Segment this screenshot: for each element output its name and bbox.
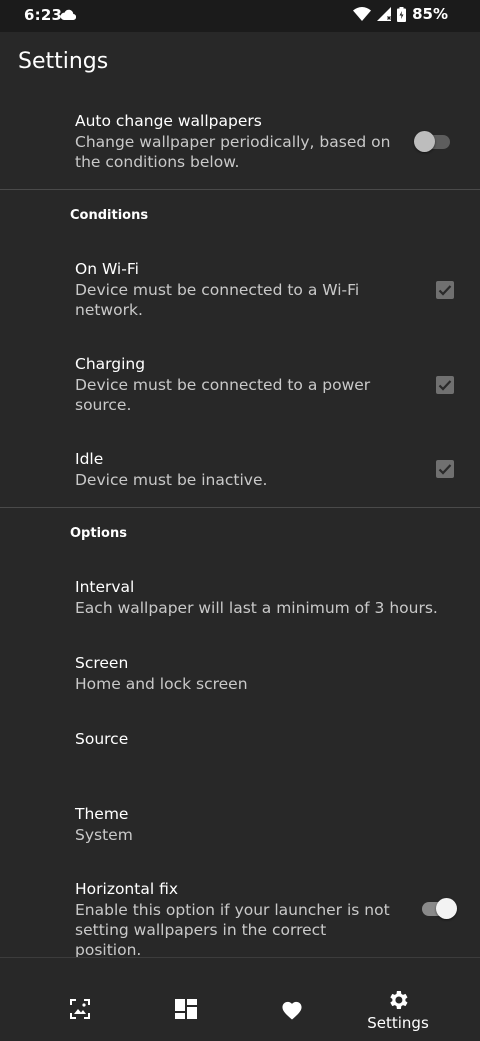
screen-pref[interactable]: Screen Home and lock screen <box>0 640 480 716</box>
screen-summary: Home and lock screen <box>75 675 248 693</box>
gear-icon <box>390 991 408 1009</box>
theme-summary: System <box>75 826 133 844</box>
charging-summary: Device must be connected to a power sour… <box>75 376 371 414</box>
idle-pref[interactable]: Idle Device must be inactive. <box>0 436 480 506</box>
dashboard-icon <box>175 999 197 1019</box>
section-header-options: Options <box>70 526 127 541</box>
horizontal-fix-pref[interactable]: Horizontal fix Enable this option if you… <box>0 866 480 959</box>
auto-change-toggle[interactable] <box>414 131 450 152</box>
on-wifi-summary: Device must be connected to a Wi-Fi netw… <box>75 281 360 319</box>
toggle-thumb <box>414 131 435 152</box>
heart-icon <box>282 1001 302 1020</box>
divider <box>0 189 480 190</box>
interval-pref[interactable]: Interval Each wallpaper will last a mini… <box>0 565 480 640</box>
status-bar: 6:23 85% <box>0 0 480 32</box>
idle-checkbox[interactable] <box>436 460 454 478</box>
theme-pref[interactable]: Theme System <box>0 791 480 866</box>
toggle-thumb <box>436 898 457 919</box>
divider <box>0 507 480 508</box>
checkmark-icon <box>438 464 452 475</box>
charging-title: Charging <box>75 355 146 373</box>
auto-change-summary: Change wallpaper periodically, based on … <box>75 133 391 171</box>
source-title: Source <box>75 730 129 748</box>
screen-title: Screen <box>75 654 129 672</box>
interval-summary: Each wallpaper will last a minimum of 3 … <box>75 599 438 617</box>
checkmark-icon <box>438 285 452 296</box>
horizontal-fix-summary: Enable this option if your launcher is n… <box>75 901 390 959</box>
nav-item-wallpapers[interactable] <box>20 958 140 1041</box>
source-pref[interactable]: Source <box>0 716 480 791</box>
nav-label-settings: Settings <box>367 1014 429 1032</box>
idle-summary: Device must be inactive. <box>75 471 268 489</box>
interval-title: Interval <box>75 578 135 596</box>
charging-checkbox[interactable] <box>436 376 454 394</box>
cloud-icon <box>60 9 76 20</box>
wifi-icon <box>353 7 372 21</box>
nav-item-settings[interactable]: Settings <box>338 958 458 1041</box>
wallpaper-icon <box>70 999 90 1019</box>
app-header: Settings <box>0 32 480 96</box>
auto-change-title: Auto change wallpapers <box>75 112 262 130</box>
bottom-navigation: Settings <box>0 957 480 1041</box>
theme-title: Theme <box>75 805 129 823</box>
on-wifi-title: On Wi-Fi <box>75 260 139 278</box>
status-icons: 85% <box>353 5 448 23</box>
battery-charging-icon <box>397 6 407 22</box>
battery-percent: 85% <box>412 5 448 23</box>
horizontal-fix-toggle[interactable] <box>420 898 457 919</box>
signal-icon <box>377 7 392 21</box>
page-title: Settings <box>18 49 109 74</box>
section-header-conditions: Conditions <box>70 208 149 223</box>
nav-item-favorites[interactable] <box>232 958 352 1041</box>
charging-pref[interactable]: Charging Device must be connected to a p… <box>0 341 480 435</box>
idle-title: Idle <box>75 450 104 468</box>
checkmark-icon <box>438 380 452 391</box>
on-wifi-pref[interactable]: On Wi-Fi Device must be connected to a W… <box>0 246 480 340</box>
auto-change-pref[interactable]: Auto change wallpapers Change wallpaper … <box>0 96 480 189</box>
horizontal-fix-title: Horizontal fix <box>75 880 179 898</box>
nav-item-collections[interactable] <box>126 958 246 1041</box>
on-wifi-checkbox[interactable] <box>436 281 454 299</box>
status-time: 6:23 <box>24 6 63 24</box>
